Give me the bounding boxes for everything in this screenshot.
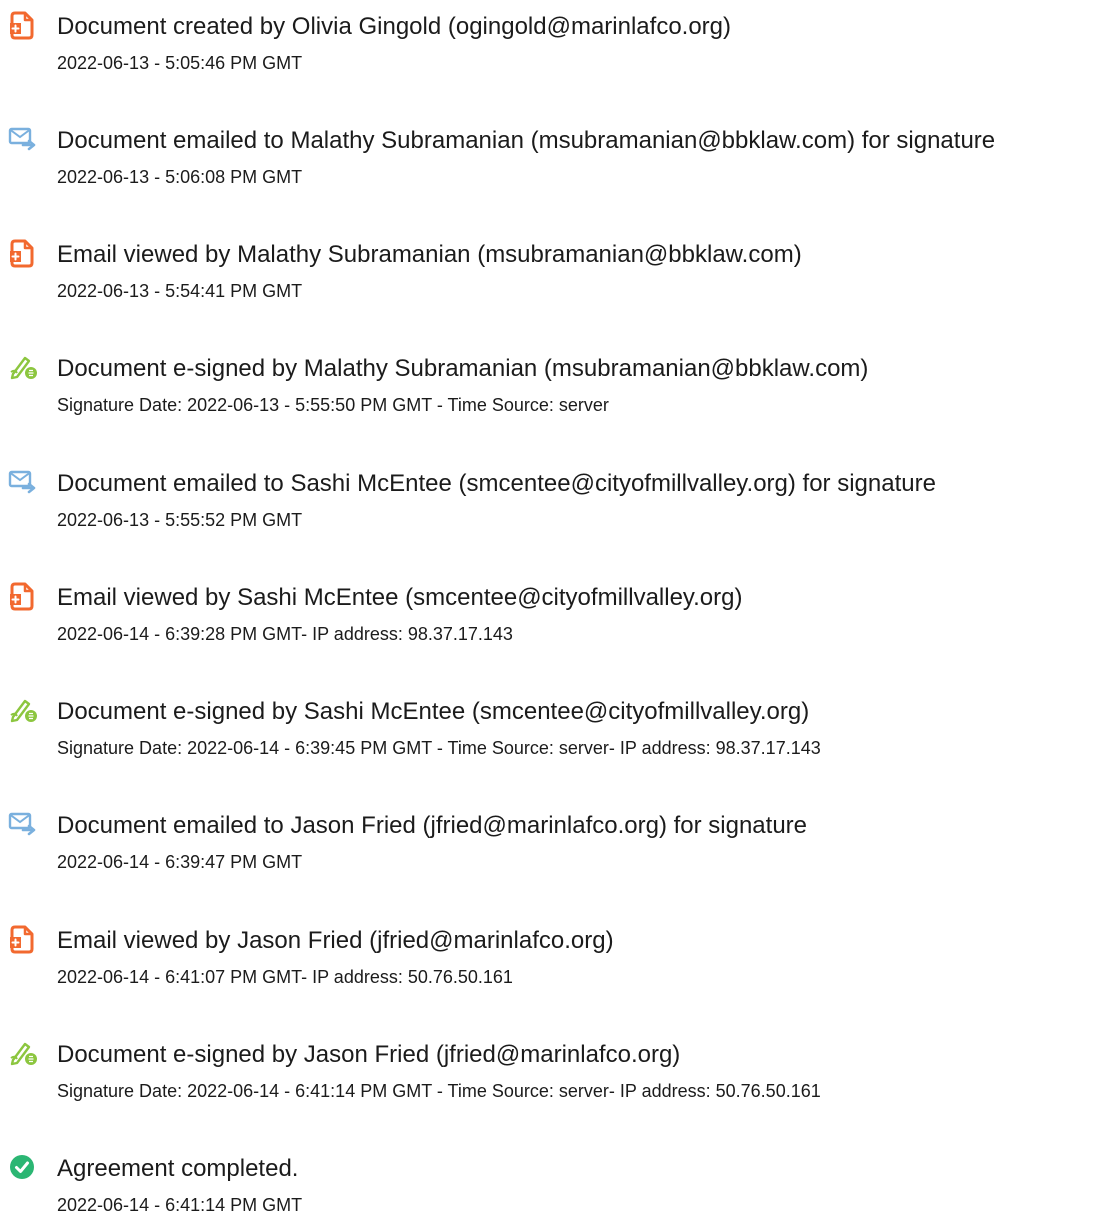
- esign-pen-icon: [8, 1038, 38, 1068]
- event-detail: 2022-06-13 - 5:55:52 PM GMT: [57, 510, 303, 530]
- event-title: Document emailed to Malathy Subramanian …: [57, 127, 996, 154]
- audit-event: Email viewed by Malathy Subramanian (msu…: [0, 228, 1099, 308]
- event-title: Document e-signed by Sashi McEntee (smce…: [57, 698, 810, 725]
- audit-event: Email viewed by Sashi McEntee (smcentee@…: [0, 571, 1099, 651]
- audit-event: Document e-signed by Sashi McEntee (smce…: [0, 685, 1099, 765]
- event-detail: 2022-06-14 - 6:39:28 PM GMT- IP address:…: [57, 624, 513, 644]
- event-title: Document e-signed by Jason Fried (jfried…: [57, 1041, 681, 1068]
- event-detail: 2022-06-13 - 5:05:46 PM GMT: [57, 53, 303, 73]
- event-title: Email viewed by Jason Fried (jfried@mari…: [57, 927, 614, 954]
- audit-event: Document e-signed by Malathy Subramanian…: [0, 342, 1099, 422]
- event-title: Document emailed to Sashi McEntee (smcen…: [57, 470, 936, 497]
- audit-event: Document emailed to Jason Fried (jfried@…: [0, 799, 1099, 879]
- audit-event: Document e-signed by Jason Fried (jfried…: [0, 1028, 1099, 1108]
- audit-event: Document emailed to Sashi McEntee (smcen…: [0, 457, 1099, 537]
- event-title: Email viewed by Sashi McEntee (smcentee@…: [57, 584, 743, 611]
- event-detail: Signature Date: 2022-06-13 - 5:55:50 PM …: [57, 395, 609, 415]
- document-icon: [8, 581, 38, 611]
- audit-event: Email viewed by Jason Fried (jfried@mari…: [0, 914, 1099, 994]
- event-detail: 2022-06-14 - 6:39:47 PM GMT: [57, 852, 303, 872]
- event-detail: 2022-06-14 - 6:41:07 PM GMT- IP address:…: [57, 967, 513, 987]
- document-icon: [8, 238, 38, 268]
- audit-event: Document created by Olivia Gingold (ogin…: [0, 0, 1099, 80]
- event-title: Agreement completed.: [57, 1155, 299, 1182]
- event-detail: 2022-06-13 - 5:06:08 PM GMT: [57, 167, 303, 187]
- event-title: Document created by Olivia Gingold (ogin…: [57, 13, 732, 40]
- event-title: Email viewed by Malathy Subramanian (msu…: [57, 241, 802, 268]
- check-circle-icon: [8, 1152, 38, 1182]
- email-sent-icon: [8, 124, 38, 154]
- esign-pen-icon: [8, 695, 38, 725]
- email-sent-icon: [8, 467, 38, 497]
- event-detail: Signature Date: 2022-06-14 - 6:41:14 PM …: [57, 1081, 821, 1101]
- audit-event: Agreement completed. 2022-06-14 - 6:41:1…: [0, 1142, 1099, 1222]
- audit-event: Document emailed to Malathy Subramanian …: [0, 114, 1099, 194]
- event-detail: Signature Date: 2022-06-14 - 6:39:45 PM …: [57, 738, 821, 758]
- event-title: Document emailed to Jason Fried (jfried@…: [57, 812, 808, 839]
- event-title: Document e-signed by Malathy Subramanian…: [57, 355, 869, 382]
- esign-pen-icon: [8, 352, 38, 382]
- document-icon: [8, 924, 38, 954]
- event-detail: 2022-06-14 - 6:41:14 PM GMT: [57, 1195, 303, 1215]
- document-icon: [8, 10, 38, 40]
- email-sent-icon: [8, 809, 38, 839]
- event-detail: 2022-06-13 - 5:54:41 PM GMT: [57, 281, 303, 301]
